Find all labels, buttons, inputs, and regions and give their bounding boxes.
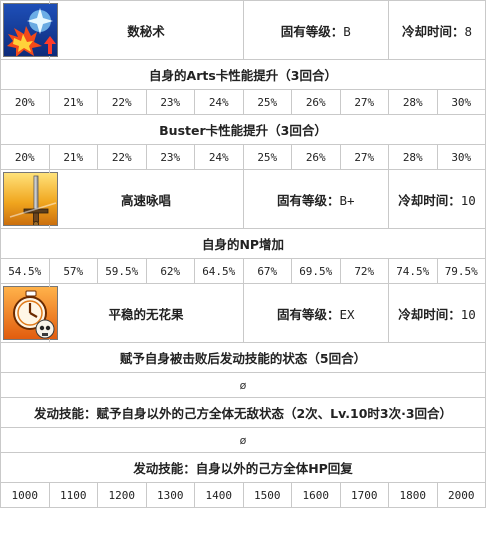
- level-value: 22%: [97, 89, 147, 115]
- level-value: 67%: [242, 258, 292, 284]
- level-value: 27%: [339, 144, 389, 170]
- skill-icon-cell: [0, 0, 58, 60]
- skill-name: 高速咏唱: [48, 169, 244, 229]
- rank-value: EX: [339, 306, 355, 322]
- timer-skull-icon: [3, 286, 58, 340]
- skill-sheet: 数秘术 固有等级：B 冷却时间：8 自身的Arts卡性能提升（3回合） 20% …: [0, 0, 487, 535]
- level-value: 1300: [145, 482, 195, 508]
- level-value: 27%: [339, 89, 389, 115]
- effect-description: 发动技能：赋予自身以外的己方全体无敌状态（2次、Lv.10时3次·3回合）: [0, 397, 486, 428]
- skill-rank: 固有等级：B: [242, 0, 389, 60]
- level-value: 1500: [242, 482, 292, 508]
- level-value: 1200: [97, 482, 147, 508]
- rank-value: B+: [339, 192, 355, 208]
- level-value: 30%: [436, 144, 486, 170]
- level-value: 22%: [97, 144, 147, 170]
- level-value: 1800: [388, 482, 438, 508]
- level-value: 26%: [291, 144, 341, 170]
- level-value: 23%: [145, 89, 195, 115]
- level-value: 25%: [242, 89, 292, 115]
- magic-burst-icon: [3, 3, 58, 57]
- rank-label: 固有等级：: [276, 306, 340, 322]
- level-value: 28%: [388, 89, 438, 115]
- sword-icon: [3, 172, 58, 226]
- cooldown-value: 10: [460, 306, 476, 322]
- rank-value: B: [343, 23, 351, 39]
- effect-description: 自身的Arts卡性能提升（3回合）: [0, 59, 486, 90]
- skill-cooldown: 冷却时间：10: [388, 169, 486, 229]
- effect-values-row: 20% 21% 22% 23% 24% 25% 26% 27% 28% 30%: [0, 144, 486, 170]
- level-value: 64.5%: [194, 258, 244, 284]
- level-value: 24%: [194, 89, 244, 115]
- effect-values-row: 1000 1100 1200 1300 1400 1500 1600 1700 …: [0, 482, 486, 508]
- level-value: 62%: [145, 258, 195, 284]
- effect-single-value: ø: [0, 427, 486, 453]
- level-value: 2000: [436, 482, 486, 508]
- effect-description: 赋予自身被击败后发动技能的状态（5回合）: [0, 342, 486, 373]
- level-value: 59.5%: [97, 258, 147, 284]
- skill-name: 平稳的无花果: [48, 283, 244, 343]
- effect-description: 自身的NP增加: [0, 228, 486, 259]
- level-value: 28%: [388, 144, 438, 170]
- level-value: 26%: [291, 89, 341, 115]
- level-value: 1000: [0, 482, 50, 508]
- level-value: 20%: [0, 144, 50, 170]
- level-value: 57%: [48, 258, 98, 284]
- effect-values-row: 20% 21% 22% 23% 24% 25% 26% 27% 28% 30%: [0, 89, 486, 115]
- cooldown-label: 冷却时间：: [398, 192, 461, 208]
- level-value: 72%: [339, 258, 389, 284]
- skill-name: 数秘术: [48, 0, 244, 60]
- level-value: 1600: [291, 482, 341, 508]
- effect-description: Buster卡性能提升（3回合）: [0, 114, 486, 145]
- cooldown-value: 8: [464, 23, 473, 39]
- level-value: 20%: [0, 89, 50, 115]
- skill-header: 数秘术 固有等级：B 冷却时间：8: [0, 0, 486, 60]
- effect-values-row: 54.5% 57% 59.5% 62% 64.5% 67% 69.5% 72% …: [0, 258, 486, 284]
- skill-rank: 固有等级：B+: [242, 169, 389, 229]
- level-value: 24%: [194, 144, 244, 170]
- skill-rank: 固有等级：EX: [242, 283, 389, 343]
- cooldown-label: 冷却时间：: [398, 306, 461, 322]
- level-value: 30%: [436, 89, 486, 115]
- level-value: 21%: [48, 89, 98, 115]
- level-value: 54.5%: [0, 258, 50, 284]
- skill-header: 高速咏唱 固有等级：B+ 冷却时间：10: [0, 169, 486, 229]
- level-value: 25%: [242, 144, 292, 170]
- level-value: 1700: [339, 482, 389, 508]
- cooldown-value: 10: [460, 192, 476, 208]
- rank-label: 固有等级：: [280, 23, 344, 39]
- cooldown-label: 冷却时间：: [401, 23, 465, 39]
- rank-label: 固有等级：: [276, 192, 340, 208]
- level-value: 23%: [145, 144, 195, 170]
- level-value: 1400: [194, 482, 244, 508]
- skill-table: 数秘术 固有等级：B 冷却时间：8 自身的Arts卡性能提升（3回合） 20% …: [0, 0, 486, 508]
- level-value: 21%: [48, 144, 98, 170]
- skill-icon-cell: [0, 283, 58, 343]
- skill-header: 平稳的无花果 固有等级：EX 冷却时间：10: [0, 283, 486, 343]
- level-value: 1100: [48, 482, 98, 508]
- skill-icon-cell: [0, 169, 58, 229]
- effect-description: 发动技能：自身以外的己方全体HP回复: [0, 452, 486, 483]
- level-value: 79.5%: [436, 258, 486, 284]
- level-value: 74.5%: [388, 258, 438, 284]
- level-value: 69.5%: [291, 258, 341, 284]
- skill-cooldown: 冷却时间：10: [388, 283, 486, 343]
- effect-single-value: ø: [0, 372, 486, 398]
- skill-cooldown: 冷却时间：8: [388, 0, 486, 60]
